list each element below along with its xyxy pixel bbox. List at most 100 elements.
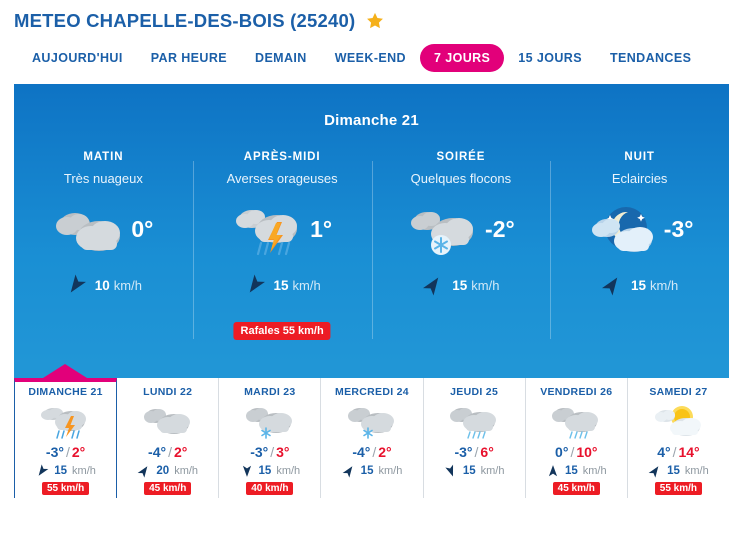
tab-week-end[interactable]: WEEK-END [321, 44, 420, 72]
day-temperatures: -3°/2° [46, 444, 85, 460]
wind-speed: 15 [462, 465, 476, 477]
cloudy-icon [56, 213, 121, 251]
wind-speed: 15 [667, 465, 680, 477]
quarter-wind: 15 km/h [601, 274, 678, 296]
wind-speed: 20 [156, 465, 170, 477]
day-wind: 15 km/h [240, 464, 300, 478]
selected-day-pointer-row [14, 364, 729, 378]
quarter-label: MATIN [83, 151, 124, 163]
tab-aujourdhui[interactable]: AUJOURD'HUI [18, 44, 137, 72]
day-column-samedi-27[interactable]: SAMEDI 27 4°/14° 15 km/h 55 km/h [628, 378, 729, 498]
quarter-matin: MATIN Très nuageux 0° 10 km/h [14, 151, 193, 331]
temp-max: 2° [71, 444, 86, 460]
tab-demain[interactable]: DEMAIN [241, 44, 321, 72]
tab-tendances[interactable]: TENDANCES [596, 44, 705, 72]
wind-speed: 15 [258, 465, 272, 477]
quarter-wind: 15 km/h [422, 274, 499, 296]
day-column-mercredi-24[interactable]: MERCREDI 24 -4°/2° 15 km/h [321, 378, 424, 498]
seven-day-strip: DIMANCHE 21 -3°/2° 15 km/h 55 km/h LUNDI… [14, 378, 729, 498]
day-column-lundi-22[interactable]: LUNDI 22 -4°/2° 20 km/h 45 km/h [117, 378, 220, 498]
wind-direction-arrow-icon [648, 466, 659, 478]
day-wind: 15 km/h [35, 464, 96, 478]
day-column-jeudi-25[interactable]: JEUDI 25 -3°/6° 15 km/h [424, 378, 526, 498]
sun-cloud-icon [655, 406, 702, 436]
temp-min: -4° [148, 444, 167, 460]
cloudy-snow-icon [347, 408, 394, 439]
tab-15-jours[interactable]: 15 JOURS [504, 44, 596, 72]
wind-speed: 10 [94, 277, 110, 293]
day-temperatures: -4°/2° [148, 444, 187, 460]
wind-direction-arrow-icon [342, 466, 353, 478]
day-column-mardi-23[interactable]: MARDI 23 -3°/3° 15 km/h 40 km/h [219, 378, 322, 498]
temp-separator: / [270, 444, 275, 460]
quarter-icon-temp: -2° [407, 200, 515, 258]
wind-unit: km/h [174, 465, 199, 477]
temp-max: 10° [576, 444, 598, 460]
wind-speed: 15 [631, 277, 647, 293]
quarter-wind: 10 km/h [65, 274, 142, 296]
day-wind: 20 km/h [137, 464, 198, 478]
wind-direction-arrow-icon [602, 277, 618, 296]
temp-separator: / [168, 444, 172, 460]
day-wind: 15 km/h [342, 464, 402, 478]
quarter-label: APRÈS-MIDI [243, 151, 321, 163]
day-temperatures: -3°/3° [250, 444, 289, 460]
star-icon[interactable] [365, 11, 385, 31]
wind-direction-arrow-icon [423, 277, 439, 296]
gust-badge-row: Rafales 55 km/h [14, 322, 729, 342]
quarter-icon-temp: 0° [53, 200, 153, 258]
tab-7-jours[interactable]: 7 JOURS [420, 44, 505, 72]
quarter-temperature: -3° [663, 215, 694, 242]
selected-day-pointer [43, 364, 87, 378]
wind-unit: km/h [650, 277, 679, 293]
wind-direction-arrow-icon [445, 464, 453, 477]
tab-par-heure[interactable]: PAR HEURE [137, 44, 241, 72]
cloudy-rain-icon [450, 408, 497, 439]
quarter-apres-midi: APRÈS-MIDI Averses orageuses 1° 15 km/h [192, 151, 372, 339]
quarter-soiree: SOIRÉE Quelques flocons -2° 15 km/h [371, 151, 551, 339]
quarter-temperature: 0° [131, 215, 154, 242]
temp-min: -3° [454, 444, 473, 460]
wind-unit: km/h [480, 465, 505, 477]
quarter-label: NUIT [624, 151, 655, 163]
night-partly-cloudy-icon [591, 207, 653, 252]
day-quarters: MATIN Très nuageux 0° 10 km/h APRÈS-MIDI… [14, 151, 729, 339]
quarter-description: Quelques flocons [410, 171, 512, 186]
temp-min: -4° [352, 444, 371, 460]
temp-max: 6° [480, 444, 494, 460]
temp-separator: / [65, 444, 70, 460]
day-gust-badge: 55 km/h [41, 482, 90, 495]
day-wind: 15 km/h [648, 464, 709, 478]
day-temperatures: 4°/14° [657, 444, 699, 460]
quarter-icon-temp: 1° [232, 200, 332, 258]
day-gust-badge: 45 km/h [552, 482, 600, 495]
gust-badge: Rafales 55 km/h [233, 322, 331, 340]
panel-date-title: Dimanche 21 [324, 112, 419, 129]
wind-direction-arrow-icon [249, 274, 265, 293]
quarter-description: Très nuageux [63, 171, 143, 186]
day-wind: 15 km/h [444, 464, 505, 478]
day-temperatures: -3°/6° [454, 444, 493, 460]
day-name: VENDREDI 26 [540, 386, 613, 398]
cloudy-snow-icon [245, 408, 292, 439]
cloudy-snow-icon [411, 212, 474, 255]
wind-direction-arrow-icon [138, 466, 148, 478]
day-column-vendredi-26[interactable]: VENDREDI 26 0°/10° 15 km/h 45 km/h [526, 378, 628, 498]
quarter-icon-temp: -3° [586, 200, 694, 258]
day-name: JEUDI 25 [450, 386, 499, 398]
wind-unit: km/h [292, 277, 321, 293]
day-column-dimanche-21[interactable]: DIMANCHE 21 -3°/2° 15 km/h 55 km/h [14, 378, 118, 498]
quarter-description: Averses orageuses [226, 171, 338, 186]
wind-unit: km/h [582, 465, 607, 477]
wind-speed: 15 [54, 465, 68, 477]
cloudy-rain-icon [552, 408, 599, 439]
page-title: METEO CHAPELLE-DES-BOIS (25240) [14, 10, 356, 31]
day-name: MARDI 23 [244, 386, 296, 398]
day-gust-badge: 40 km/h [246, 482, 294, 495]
temp-max: 3° [276, 444, 290, 460]
quarter-nuit: NUIT Eclaircies -3° 15 km/h [550, 151, 729, 339]
temp-min: -3° [250, 444, 269, 460]
wind-direction-arrow-icon [242, 465, 251, 477]
day-name: LUNDI 22 [143, 386, 193, 398]
wind-speed: 15 [273, 277, 289, 293]
